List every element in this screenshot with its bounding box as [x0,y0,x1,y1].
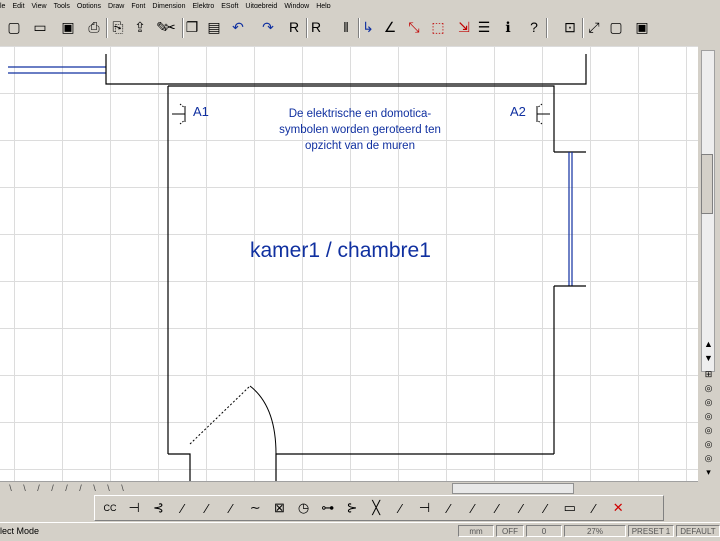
toolbar-separator [546,18,548,38]
main-toolbar: ▢ ▭ ▣ ⎙ ⎘ ⇪ ✎ ✂ ❐ ▤ ↶ ↷ R R ‖ ↳ ∠ ⤡ ⬚ ⇲ ☰ ℹ? ⊡ ⤢ ▢ ▣ [0,8,720,47]
door-arc [249,385,277,455]
switch1-icon[interactable]: ⊣ [124,498,144,518]
hscroll-tick[interactable]: \ [18,482,31,494]
redo-icon[interactable]: ↷ [258,16,278,38]
symbol-palette: CC ⊣ ⊰ ∕ ∕ ∕ ∼ ⊠ ◷ ⊶ ⊱ ╳ ∕ ⊣ ∕ ∕ ∕ ∕ ∕ ▭ ∕ ✕ [0,494,720,522]
insert-r-icon[interactable]: R [284,16,304,38]
door-jamb-right [275,453,302,481]
fuse-icon[interactable]: ▭ [560,498,580,518]
switch5-icon[interactable]: ∕ [221,498,241,518]
snap-icon[interactable]: ⤡ [404,16,424,38]
layer-field[interactable]: DEFAULT [676,525,720,537]
new-icon[interactable]: ▢ [4,16,24,38]
layer-icon[interactable]: ☰ [474,16,494,38]
parallel-lines-icon[interactable]: ‖ [336,16,356,38]
hscroll-tick[interactable]: / [60,482,73,494]
preset-field[interactable]: PRESET 1 [628,525,674,537]
paste-icon[interactable]: ▤ [204,16,224,38]
switch11-icon[interactable]: ∕ [511,498,531,518]
scroll-down-icon[interactable]: ▼ [702,352,715,365]
scroll-end-icon[interactable]: ▾ [702,466,715,479]
angle-icon[interactable]: ∠ [380,16,400,38]
snap-toggle-icon[interactable]: ◎ [702,382,715,395]
save-icon[interactable]: ▣ [58,16,78,38]
symbol-label-a2: A2 [510,104,526,119]
timer-icon[interactable]: ◷ [294,498,314,518]
switch8-icon[interactable]: ∕ [439,498,459,518]
cc-icon[interactable]: CC [100,498,120,518]
ortho-toggle-icon[interactable]: ◎ [702,410,715,423]
zoom-in-icon[interactable]: ◎ [702,424,715,437]
cut-icon[interactable]: ✂ [160,16,180,38]
vertical-scrollbar[interactable]: ▲ ▼ ⊞ ◎ ◎ ◎ ◎ ◎ ◎ ▾ [698,46,720,481]
scroll-thumb[interactable] [701,154,713,214]
stretch-icon[interactable]: ⇲ [454,16,474,38]
window-icon[interactable]: ▢ [606,16,626,38]
hscroll-tick[interactable]: \ [4,482,17,494]
print-icon[interactable]: ⎙ [84,16,104,38]
print-preview-icon[interactable]: ⎘ [108,16,128,38]
hscroll-tick[interactable]: \ [116,482,129,494]
annotation-note: De elektrische en domotica- symbolen wor… [250,106,470,154]
info-icon[interactable]: ℹ [498,16,518,38]
switch3-icon[interactable]: ∕ [173,498,193,518]
status-bar: lect Mode mm OFF 0 27% PRESET 1 DEFAULT [0,522,720,541]
switch7-icon[interactable]: ⊣ [415,498,435,518]
insert-r2-icon[interactable]: R [306,16,326,38]
maximize-icon[interactable]: ▣ [632,16,652,38]
hscroll-tick[interactable]: / [32,482,45,494]
switch2-icon[interactable]: ⊰ [148,498,168,518]
lamp-box-icon[interactable]: ⊠ [269,498,289,518]
switch-symbol-a1 [172,103,186,125]
copy-icon[interactable]: ❐ [182,16,202,38]
outer-wall [105,54,587,85]
zoom-out-icon[interactable]: ◎ [702,438,715,451]
switch9-icon[interactable]: ∕ [463,498,483,518]
switch12-icon[interactable]: ∕ [536,498,556,518]
switch4-icon[interactable]: ∕ [197,498,217,518]
scroll-up-icon[interactable]: ▲ [702,338,715,351]
layer-toggle-icon[interactable]: ⊞ [702,368,715,381]
pan-icon[interactable]: ◎ [702,452,715,465]
hscroll-tick[interactable]: / [74,482,87,494]
note-line-3: opzicht van de muren [305,140,415,152]
zoom-window-icon[interactable]: ⤢ [584,16,604,38]
horizontal-scrollbar[interactable]: \ \ / / / / \ \ \ [0,481,698,494]
menu-bar: le Edit View Tools Options Draw Font Dimension E… [0,0,720,8]
room-name-label: kamer1 / chambre1 [250,239,431,262]
drawing-canvas[interactable]: A1 A2 De elektrische en domotica- symbol… [0,46,698,481]
unit-field[interactable]: mm [458,525,494,537]
zoom-field[interactable]: 27% [564,525,626,537]
line-icon[interactable]: ∼ [245,498,265,518]
close-red-icon[interactable]: ✕ [608,498,628,518]
mode-text: lect Mode [0,526,40,536]
outlet-icon[interactable]: ⊱ [342,498,362,518]
cross-switch-icon[interactable]: ╳ [366,498,386,518]
switch-symbol-a2 [536,103,550,125]
select-box-icon[interactable]: ⬚ [428,16,448,38]
angle-field[interactable]: 0 [526,525,562,537]
help-arrow-icon[interactable]: ? [524,16,544,38]
symbol-label-a1: A1 [193,104,209,119]
socket-icon[interactable]: ⊶ [318,498,338,518]
grid-toggle-icon[interactable]: ◎ [702,396,715,409]
switch6-icon[interactable]: ∕ [390,498,410,518]
note-line-1: De elektrische en domotica- [288,108,432,120]
switch10-icon[interactable]: ∕ [487,498,507,518]
hscroll-thumb[interactable] [452,483,574,494]
hscroll-tick[interactable]: \ [88,482,101,494]
undo-icon[interactable]: ↶ [228,16,248,38]
hscroll-tick[interactable]: \ [102,482,115,494]
route-icon[interactable]: ↳ [358,16,378,38]
door-jamb-left [168,453,191,481]
note-line-2: symbolen worden geroteerd ten [279,124,441,136]
hscroll-tick[interactable]: / [46,482,59,494]
snap-field[interactable]: OFF [496,525,524,537]
export-icon[interactable]: ⇪ [130,16,150,38]
switch13-icon[interactable]: ∕ [584,498,604,518]
door-leaf [189,385,251,445]
open-icon[interactable]: ▭ [30,16,50,38]
zoom-fit-icon[interactable]: ⊡ [560,16,580,38]
